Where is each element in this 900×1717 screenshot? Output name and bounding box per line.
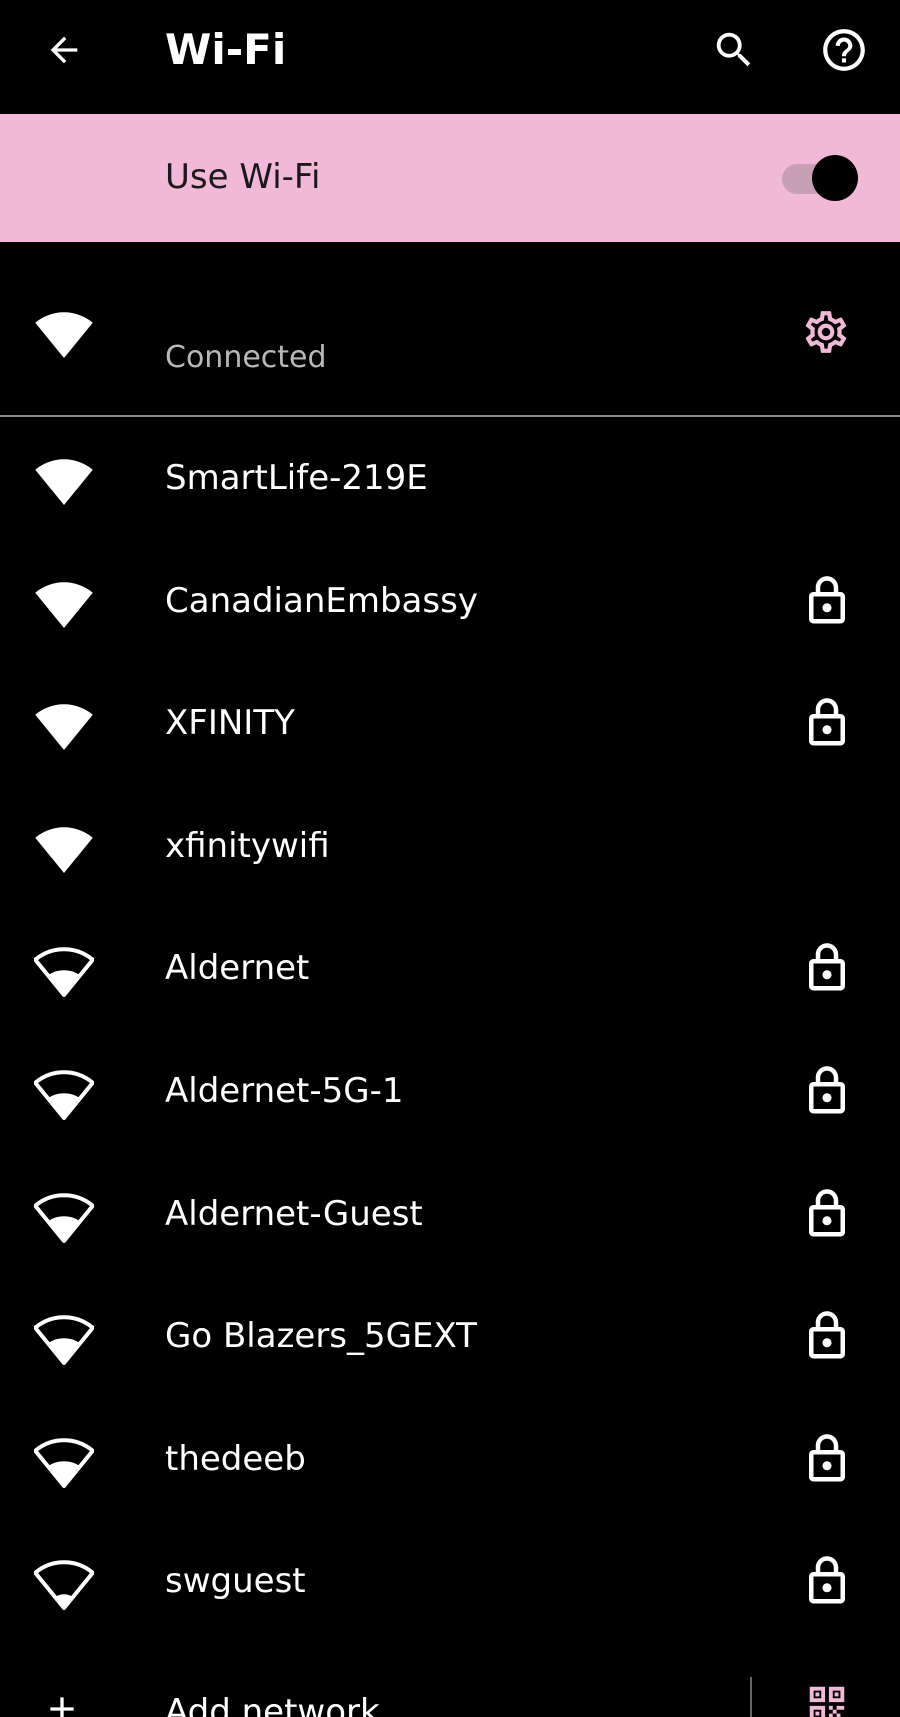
network-name: SmartLife-219E (165, 458, 428, 498)
network-row[interactable]: thedeeb (0, 1398, 900, 1521)
arrow-back-icon (50, 36, 78, 64)
use-wifi-label: Use Wi-Fi (165, 157, 321, 197)
qr-code-scan-icon[interactable] (804, 1681, 850, 1717)
network-name: thedeeb (165, 1438, 306, 1479)
network-list: SmartLife-219E CanadianEmbassy XFINITY xfin… (0, 417, 900, 1643)
wifi-settings-screen: Wi-Fi Use Wi-Fi Connected SmartLife-219E… (0, 0, 900, 1717)
page-title: Wi-Fi (165, 25, 287, 74)
lock-icon (809, 1556, 845, 1604)
lock-icon (809, 1066, 845, 1114)
help-circle-icon (823, 29, 865, 71)
add-network-row[interactable]: Add network (0, 1643, 900, 1717)
app-bar: Wi-Fi (0, 0, 900, 114)
connected-network-row[interactable]: Connected (0, 242, 900, 416)
network-row[interactable]: swguest (0, 1520, 900, 1643)
wifi-full-icon (35, 581, 93, 628)
search-icon (716, 32, 751, 67)
network-row[interactable]: Aldernet-Guest (0, 1153, 900, 1276)
lock-icon (809, 943, 845, 991)
network-row[interactable]: SmartLife-219E (0, 417, 900, 540)
wifi-full-icon (35, 827, 93, 873)
use-wifi-banner[interactable]: Use Wi-Fi (0, 114, 900, 242)
add-network-label: Add network (165, 1692, 380, 1717)
network-name: Aldernet-5G-1 (165, 1070, 404, 1111)
plus-icon (50, 1697, 74, 1717)
wifi-full-icon (35, 704, 93, 751)
switch-thumb (812, 155, 858, 201)
help-button[interactable] (816, 22, 872, 78)
network-name: Aldernet-Guest (165, 1193, 423, 1234)
network-name: XFINITY (165, 703, 295, 744)
network-row[interactable]: XFINITY (0, 662, 900, 785)
vertical-separator (750, 1677, 752, 1717)
search-button[interactable] (706, 22, 762, 78)
network-name: Aldernet (165, 948, 310, 989)
back-button[interactable] (36, 22, 92, 78)
network-name: swguest (165, 1561, 306, 1602)
wifi-medium-icon (34, 1070, 94, 1120)
network-name: xfinitywifi (165, 825, 330, 866)
lock-icon (809, 698, 845, 746)
network-name: Go Blazers_5GEXT (165, 1316, 477, 1357)
lock-icon (809, 575, 845, 624)
lock-icon (809, 1188, 845, 1237)
lock-icon (809, 1311, 845, 1359)
network-row[interactable]: Aldernet (0, 907, 900, 1030)
network-row[interactable]: CanadianEmbassy (0, 540, 900, 663)
wifi-medium-icon (34, 947, 94, 998)
wifi-full-icon (35, 312, 93, 358)
wifi-medium-icon (34, 1438, 94, 1488)
network-name: CanadianEmbassy (165, 580, 478, 621)
wifi-medium-icon (34, 1192, 94, 1243)
wifi-full-icon (35, 459, 93, 505)
network-row[interactable]: Go Blazers_5GEXT (0, 1275, 900, 1398)
use-wifi-switch[interactable] (780, 155, 858, 201)
network-row[interactable]: xfinitywifi (0, 785, 900, 908)
connected-status: Connected (165, 340, 327, 375)
wifi-low-icon (34, 1560, 94, 1611)
lock-icon (809, 1434, 845, 1482)
network-row[interactable]: Aldernet-5G-1 (0, 1030, 900, 1153)
gear-icon (805, 311, 847, 353)
network-settings-button[interactable] (798, 304, 854, 360)
wifi-medium-icon (34, 1315, 94, 1366)
